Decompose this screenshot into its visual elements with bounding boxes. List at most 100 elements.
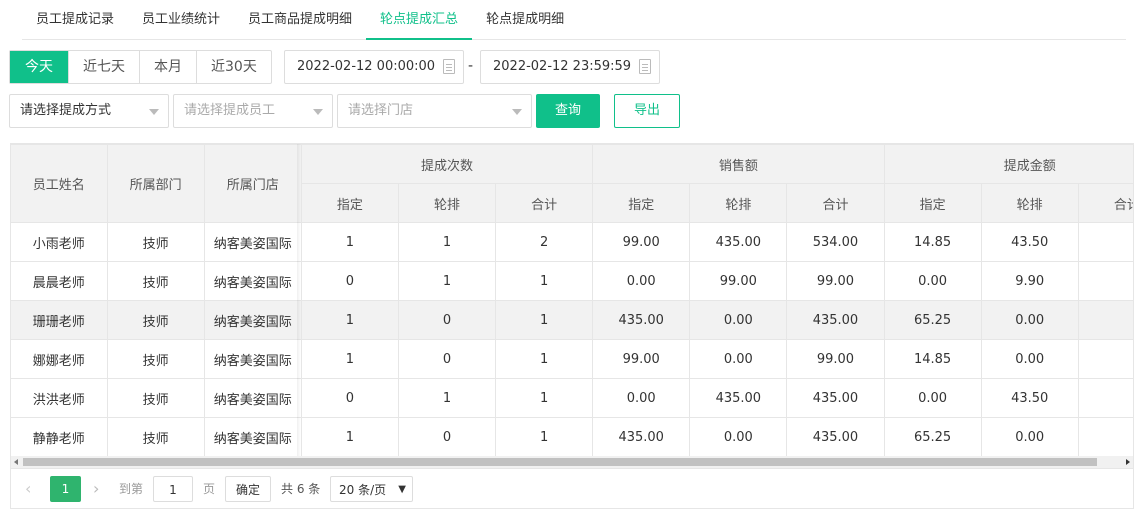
tab-bar: 员工提成记录 员工业绩统计 员工商品提成明细 轮点提成汇总 轮点提成明细 <box>22 0 1126 40</box>
table-cell: 65.25 <box>1077 417 1133 457</box>
table-cell: 技师 <box>106 339 205 379</box>
scroll-right-icon[interactable] <box>1126 459 1130 465</box>
scroll-left-icon[interactable] <box>14 459 18 465</box>
pagination: ‹ 1 › 到第 1 页 确定 共 6 条 20 条/页 ▼ <box>10 469 1134 509</box>
table-cell: 纳客美姿国际 <box>203 378 302 418</box>
table-cell: 技师 <box>106 261 205 301</box>
table-cell: 珊珊老师 <box>11 300 108 340</box>
table-cell: 1 <box>300 222 399 262</box>
table-row[interactable]: 珊珊老师 技师 纳客美姿国际 1 0 1 435.00 0.00 435.00 65.25 0.00… <box>11 300 1133 340</box>
table-cell: 0.00 <box>689 417 788 457</box>
range-month-button[interactable]: 本月 <box>139 51 196 83</box>
store-select[interactable]: 请选择门店 <box>337 94 532 128</box>
calendar-icon <box>639 59 651 74</box>
table-cell: 14.85 <box>1077 339 1133 379</box>
table-cell: 娜娜老师 <box>11 339 108 379</box>
start-date-value: 2022-02-12 00:00:00 <box>297 59 436 74</box>
table-cell: 0.00 <box>592 261 691 301</box>
subheader: 轮排 <box>689 183 788 223</box>
table-cell: 435.00 <box>786 378 885 418</box>
range-today-button[interactable]: 今天 <box>10 51 68 83</box>
table-cell: 纳客美姿国际 <box>203 339 302 379</box>
table-cell: 0.00 <box>883 261 982 301</box>
query-button[interactable]: 查询 <box>536 94 600 128</box>
prev-page-icon[interactable]: ‹ <box>25 476 31 502</box>
page-1-button[interactable]: 1 <box>50 476 81 502</box>
header-commission-count: 提成次数 <box>300 144 594 184</box>
header-store: 所属门店 <box>203 144 302 223</box>
chevron-down-icon <box>313 109 323 115</box>
subheader: 指定 <box>592 183 691 223</box>
table-cell: 1 <box>300 417 399 457</box>
table-cell: 1 <box>397 222 497 262</box>
table-cell: 43.50 <box>1077 378 1133 418</box>
date-separator: - <box>468 58 474 74</box>
table-cell: 技师 <box>106 300 205 340</box>
table-cell: 纳客美姿国际 <box>203 261 302 301</box>
chevron-down-icon <box>149 109 159 115</box>
table-cell: 43.50 <box>980 378 1079 418</box>
table-cell: 0.00 <box>980 300 1079 340</box>
table-cell: 99.00 <box>689 261 788 301</box>
start-date-input[interactable]: 2022-02-12 00:00:00 <box>284 50 464 84</box>
table-row[interactable]: 娜娜老师技师纳客美姿国际10199.000.0099.0014.850.0014… <box>11 339 1133 379</box>
table-cell: 2 <box>495 222 594 262</box>
goto-confirm-button[interactable]: 确定 <box>225 476 271 502</box>
subheader: 轮排 <box>397 183 497 223</box>
table-row[interactable]: 晨晨老师技师纳客美姿国际0110.0099.0099.000.009.909.9… <box>11 261 1133 301</box>
table-cell: 技师 <box>106 222 205 262</box>
table-cell: 0.00 <box>689 339 788 379</box>
table-cell: 1 <box>495 300 594 340</box>
table-cell: 65.25 <box>1077 300 1133 340</box>
range-30days-button[interactable]: 近30天 <box>196 51 271 83</box>
table-cell: 技师 <box>106 378 205 418</box>
table-row[interactable]: 静静老师 技师 纳客美姿国际 1 0 1 435.00 0.00 435.00 65.25 0.00… <box>11 417 1133 457</box>
subheader: 合计 <box>1077 183 1133 223</box>
table-row[interactable]: 洪洪老师 技师 纳客美姿国际 0 1 1 0.00 435.00 435.00 0.00 43.50… <box>11 378 1133 418</box>
table-cell: 43.50 <box>980 222 1079 262</box>
tab-4[interactable]: 轮点提成明细 <box>472 0 578 39</box>
commission-type-select[interactable]: 请选择提成方式 <box>9 94 169 128</box>
export-button[interactable]: 导出 <box>614 94 680 128</box>
table-cell: 技师 <box>106 417 205 457</box>
table-cell: 纳客美姿国际 <box>203 417 302 457</box>
table-cell: 14.85 <box>883 339 982 379</box>
next-page-icon[interactable]: › <box>93 476 99 502</box>
goto-page-input[interactable]: 1 <box>153 476 193 502</box>
table-cell: 99.00 <box>592 222 691 262</box>
tab-0[interactable]: 员工提成记录 <box>22 0 128 39</box>
table-cell: 534.00 <box>786 222 885 262</box>
page-size-value: 20 条/页 <box>339 483 387 497</box>
subheader: 合计 <box>786 183 885 223</box>
table-cell: 1 <box>397 261 497 301</box>
header-dept: 所属部门 <box>106 144 205 223</box>
table-cell: 435.00 <box>592 417 691 457</box>
tab-1[interactable]: 员工业绩统计 <box>128 0 234 39</box>
table-cell: 1 <box>300 339 399 379</box>
table-cell: 0.00 <box>592 378 691 418</box>
table-cell: 1 <box>495 261 594 301</box>
range-7days-button[interactable]: 近七天 <box>68 51 139 83</box>
table-cell: 1 <box>397 378 497 418</box>
table-cell: 0.00 <box>980 339 1079 379</box>
table-cell: 435.00 <box>689 378 788 418</box>
tab-2[interactable]: 员工商品提成明细 <box>234 0 366 39</box>
table-cell: 0 <box>300 378 399 418</box>
table-cell: 1 <box>300 300 399 340</box>
table-cell: 435.00 <box>786 417 885 457</box>
horizontal-scrollbar[interactable] <box>11 456 1133 468</box>
scrollbar-thumb[interactable] <box>23 458 1097 466</box>
table-cell: 435.00 <box>592 300 691 340</box>
table-row[interactable]: 小雨老师 技师 纳客美姿国际 1 1 2 99.00 435.00 534.00 14.85 43.… <box>11 222 1133 262</box>
table-cell: 0.00 <box>883 378 982 418</box>
employee-select[interactable]: 请选择提成员工 <box>173 94 333 128</box>
end-date-input[interactable]: 2022-02-12 23:59:59 <box>480 50 660 84</box>
goto-label: 到第 <box>119 482 144 496</box>
page-size-select[interactable]: 20 条/页 ▼ <box>330 476 413 502</box>
subheader: 指定 <box>883 183 982 223</box>
tab-3[interactable]: 轮点提成汇总 <box>366 0 473 40</box>
table-cell: 1 <box>495 339 594 379</box>
employee-placeholder: 请选择提成员工 <box>184 103 276 118</box>
subheader: 轮排 <box>980 183 1079 223</box>
total-count: 共 6 条 <box>281 482 321 496</box>
